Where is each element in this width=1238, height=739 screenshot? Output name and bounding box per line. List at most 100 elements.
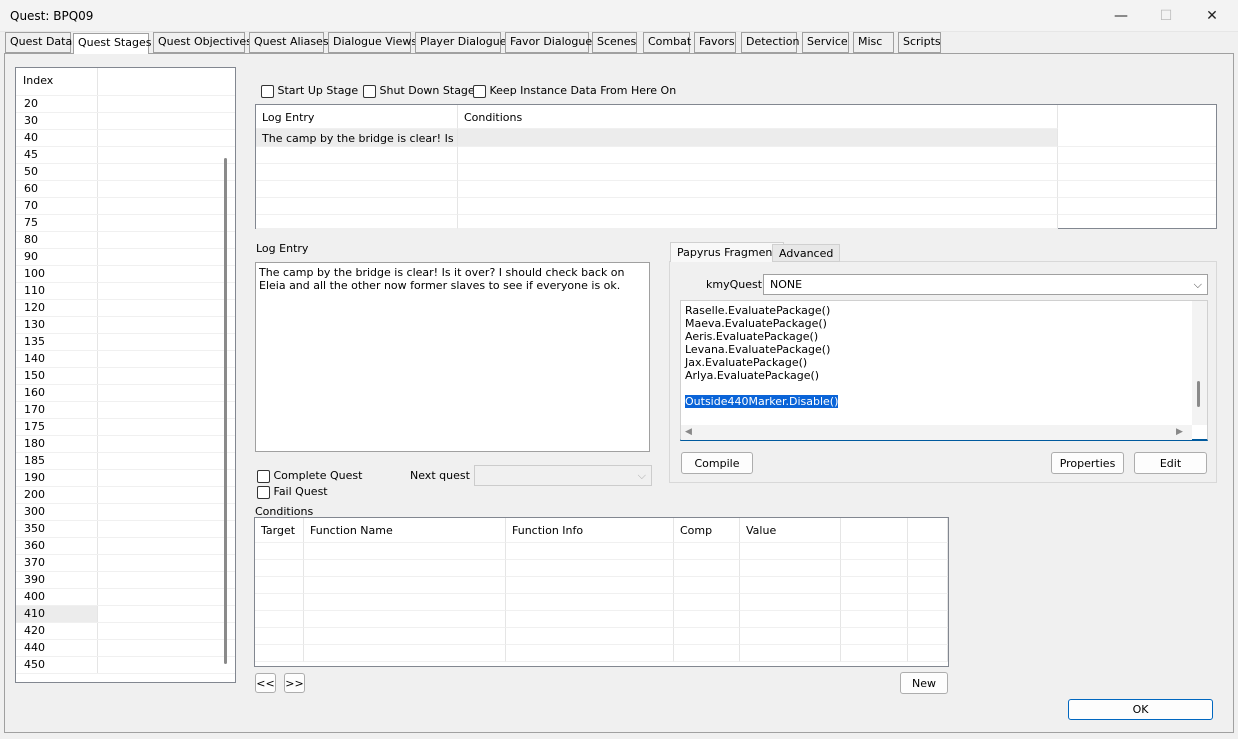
log-entry-row[interactable]: The camp by the bridge is clear! Is it o… [256, 129, 458, 147]
condition-cell[interactable] [674, 628, 740, 645]
close-button[interactable]: ✕ [1189, 0, 1235, 32]
stage-row[interactable]: 40 [16, 130, 235, 147]
tab-advanced[interactable]: Advanced [772, 244, 841, 262]
tab-favors[interactable]: Favors [694, 32, 736, 53]
stage-row[interactable]: 110 [16, 283, 235, 300]
condition-cell[interactable] [908, 560, 948, 577]
tab-detection[interactable]: Detection [741, 32, 799, 53]
log-entry-conditions-cell[interactable] [458, 129, 1058, 147]
function-info-column-header[interactable]: Function Info [506, 518, 674, 543]
stage-row[interactable]: 450 [16, 657, 235, 674]
condition-cell[interactable] [506, 645, 674, 662]
scroll-right-icon[interactable]: ▶ [1176, 426, 1183, 439]
condition-cell[interactable] [674, 577, 740, 594]
fail-quest-checkbox[interactable]: Fail Quest [257, 485, 328, 499]
condition-cell[interactable] [506, 594, 674, 611]
condition-cell[interactable] [304, 577, 506, 594]
condition-cell[interactable] [674, 611, 740, 628]
condition-cell[interactable] [841, 645, 908, 662]
log-entry-textarea[interactable]: The camp by the bridge is clear! Is it o… [255, 262, 650, 452]
condition-cell[interactable] [255, 560, 304, 577]
stage-row[interactable]: 390 [16, 572, 235, 589]
stage-row[interactable]: 200 [16, 487, 235, 504]
stage-row[interactable]: 130 [16, 317, 235, 334]
condition-cell[interactable] [255, 628, 304, 645]
value-column-header[interactable]: Value [740, 518, 841, 543]
stage-row[interactable]: 50 [16, 164, 235, 181]
condition-cell[interactable] [740, 611, 841, 628]
condition-cell[interactable] [908, 645, 948, 662]
tab-quest-stages[interactable]: Quest Stages [73, 33, 151, 54]
condition-cell[interactable] [908, 628, 948, 645]
maximize-button[interactable]: ☐ [1143, 0, 1189, 32]
index-column-header[interactable]: Index [16, 68, 98, 95]
tab-scripts[interactable]: Scripts [898, 32, 941, 53]
stage-list[interactable]: Index 20 30 40 45 50 60 70 75 80 90 100 110 120 130 13… [15, 67, 236, 683]
code-horizontal-scrollbar[interactable] [681, 425, 1192, 440]
stage-row[interactable]: 140 [16, 351, 235, 368]
extra-column-header[interactable] [841, 518, 908, 543]
stage-row[interactable]: 30 [16, 113, 235, 130]
stage-row[interactable]: 90 [16, 249, 235, 266]
condition-cell[interactable] [506, 560, 674, 577]
tab-service[interactable]: Service [802, 32, 849, 53]
stage-row[interactable]: 80 [16, 232, 235, 249]
condition-cell[interactable] [740, 560, 841, 577]
papyrus-code-editor[interactable]: Raselle.EvaluatePackage() Maeva.EvaluateP… [680, 300, 1208, 441]
code-scroll-thumb[interactable] [1197, 381, 1200, 407]
condition-cell[interactable] [255, 594, 304, 611]
tab-combat[interactable]: Combat [643, 32, 691, 53]
tab-papyrus-fragment[interactable]: Papyrus Fragment [670, 242, 784, 262]
conditions-column-header[interactable]: Conditions [458, 105, 1058, 129]
compile-button[interactable]: Compile [681, 452, 753, 474]
condition-cell[interactable] [304, 560, 506, 577]
tab-scenes[interactable]: Scenes [592, 32, 637, 53]
condition-cell[interactable] [304, 611, 506, 628]
stage-row[interactable]: 60 [16, 181, 235, 198]
condition-cell[interactable] [908, 611, 948, 628]
condition-cell[interactable] [841, 577, 908, 594]
condition-cell[interactable] [740, 628, 841, 645]
condition-cell[interactable] [740, 577, 841, 594]
target-column-header[interactable]: Target [255, 518, 304, 543]
stage-row[interactable]: 170 [16, 402, 235, 419]
stage-row[interactable]: 300 [16, 504, 235, 521]
next-quest-select[interactable]: ⌵ [474, 465, 652, 486]
stage-row[interactable]: 420 [16, 623, 235, 640]
kmyquest-select[interactable]: NONE ⌵ [763, 274, 1208, 295]
tab-quest-data[interactable]: Quest Data [5, 32, 72, 53]
stage-row[interactable]: 135 [16, 334, 235, 351]
start-up-stage-checkbox[interactable]: Start Up Stage [261, 84, 358, 98]
condition-cell[interactable] [255, 577, 304, 594]
stage-row[interactable]: 160 [16, 385, 235, 402]
tab-player-dialogue[interactable]: Player Dialogue [415, 32, 507, 53]
keep-instance-data-checkbox[interactable]: Keep Instance Data From Here On [473, 84, 676, 98]
condition-cell[interactable] [674, 594, 740, 611]
tab-misc[interactable]: Misc [853, 32, 894, 53]
complete-quest-checkbox[interactable]: Complete Quest [257, 469, 362, 483]
tab-favor-dialogue[interactable]: Favor Dialogue [505, 32, 592, 53]
log-entry-table[interactable]: Log Entry Conditions The camp by the bri… [255, 104, 1217, 229]
condition-cell[interactable] [506, 543, 674, 560]
stage-row[interactable]: 400 [16, 589, 235, 606]
condition-cell[interactable] [304, 628, 506, 645]
function-name-column-header[interactable]: Function Name [304, 518, 506, 543]
stage-row[interactable]: 75 [16, 215, 235, 232]
new-condition-button[interactable]: New [900, 672, 948, 694]
properties-button[interactable]: Properties [1051, 452, 1124, 474]
condition-cell[interactable] [908, 577, 948, 594]
condition-cell[interactable] [740, 594, 841, 611]
condition-cell[interactable] [674, 645, 740, 662]
stage-row[interactable]: 350 [16, 521, 235, 538]
stage-row[interactable]: 185 [16, 453, 235, 470]
condition-cell[interactable] [841, 594, 908, 611]
stage-row[interactable]: 370 [16, 555, 235, 572]
condition-cell[interactable] [255, 543, 304, 560]
condition-cell[interactable] [908, 594, 948, 611]
condition-cell[interactable] [740, 543, 841, 560]
condition-cell[interactable] [841, 543, 908, 560]
ok-button[interactable]: OK [1068, 699, 1213, 720]
condition-cell[interactable] [908, 543, 948, 560]
log-entry-column-header[interactable]: Log Entry [256, 105, 458, 129]
edit-button[interactable]: Edit [1134, 452, 1207, 474]
